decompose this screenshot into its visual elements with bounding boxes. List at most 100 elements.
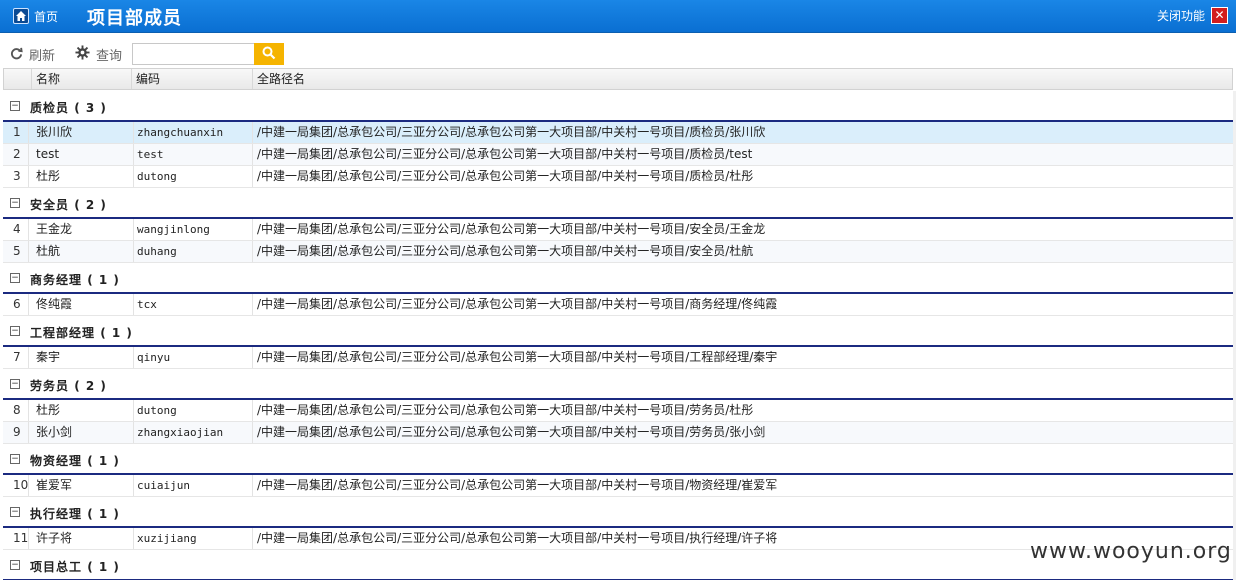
group-label: 劳务员 ( 2 ): [30, 377, 107, 394]
table-row[interactable]: 8 杜彤 dutong/中建一局集团/总承包公司/三亚分公司/总承包公司第一大项目部…: [3, 400, 1233, 422]
page-title: 项目部成员: [87, 8, 182, 29]
member-code: zhangchuanxin: [134, 122, 253, 143]
member-code: tcx: [134, 294, 253, 315]
group-row[interactable]: − 商务经理 ( 1 ): [3, 263, 1233, 294]
table-row[interactable]: 3 杜彤 dutong/中建一局集团/总承包公司/三亚分公司/总承包公司第一大项目部…: [3, 166, 1233, 188]
collapse-icon[interactable]: −: [10, 273, 20, 283]
close-function-button[interactable]: 关闭功能 ✕: [1157, 7, 1228, 24]
group-count: ( 2 ): [74, 198, 107, 212]
member-code: duhang: [134, 241, 253, 262]
table-row[interactable]: 1 张川欣 zhangchuanxin/中建一局集团/总承包公司/三亚分公司/总承包…: [3, 122, 1233, 144]
collapse-icon[interactable]: −: [10, 326, 20, 336]
collapse-icon[interactable]: −: [10, 198, 20, 208]
member-name: 杜彤: [30, 166, 134, 187]
row-number: 9: [3, 422, 29, 443]
group-count: ( 2 ): [74, 379, 107, 393]
member-name: 许子将: [30, 528, 134, 549]
row-number: 4: [3, 219, 29, 240]
group-name: 质检员: [30, 101, 70, 115]
close-function-label: 关闭功能: [1156, 9, 1205, 23]
member-name: 佟纯霞: [30, 294, 134, 315]
table-row[interactable]: 4 王金龙 wangjinlong/中建一局集团/总承包公司/三亚分公司/总承包公司…: [3, 219, 1233, 241]
collapse-icon[interactable]: −: [10, 101, 20, 111]
home-label: 首页: [34, 9, 59, 24]
group-count: ( 1 ): [87, 507, 120, 521]
table-row[interactable]: 10 崔爱军 cuiaijun/中建一局集团/总承包公司/三亚分公司/总承包公司第一…: [3, 475, 1233, 497]
table-row[interactable]: 2 test test/中建一局集团/总承包公司/三亚分公司/总承包公司第一大项目部…: [3, 144, 1233, 166]
column-header-path[interactable]: 全路径名: [252, 69, 1227, 89]
member-full-path: /中建一局集团/总承包公司/三亚分公司/总承包公司第一大项目部/中关村一号项目/…: [257, 425, 766, 439]
member-full-path: /中建一局集团/总承包公司/三亚分公司/总承包公司第一大项目部/中关村一号项目/…: [257, 169, 754, 183]
member-name: 杜航: [30, 241, 134, 262]
table-row[interactable]: 6 佟纯霞 tcx/中建一局集团/总承包公司/三亚分公司/总承包公司第一大项目部/中…: [3, 294, 1233, 316]
member-full-path: /中建一局集团/总承包公司/三亚分公司/总承包公司第一大项目部/中关村一号项目/…: [257, 147, 753, 161]
member-code: wangjinlong: [134, 219, 253, 240]
group-label: 工程部经理 ( 1 ): [30, 324, 133, 341]
group-count: ( 3 ): [74, 101, 107, 115]
group-row[interactable]: − 质检员 ( 3 ): [3, 91, 1233, 122]
close-icon: ✕: [1211, 7, 1228, 24]
watermark: www.wooyun.org: [1030, 539, 1232, 564]
group-name: 物资经理: [30, 454, 83, 468]
search-input[interactable]: [132, 43, 256, 65]
group-label: 安全员 ( 2 ): [30, 196, 107, 213]
group-row[interactable]: − 安全员 ( 2 ): [3, 188, 1233, 219]
group-row[interactable]: − 执行经理 ( 1 ): [3, 497, 1233, 528]
row-number: 11: [3, 528, 29, 549]
member-code: xuzijiang: [134, 528, 253, 549]
group-row[interactable]: − 劳务员 ( 2 ): [3, 369, 1233, 400]
refresh-button[interactable]: 刷新: [10, 45, 55, 64]
member-name: 张小剑: [30, 422, 134, 443]
member-name: 王金龙: [30, 219, 134, 240]
table-row[interactable]: 7 秦宇 qinyu/中建一局集团/总承包公司/三亚分公司/总承包公司第一大项目部/…: [3, 347, 1233, 369]
member-full-path: /中建一局集团/总承包公司/三亚分公司/总承包公司第一大项目部/中关村一号项目/…: [257, 125, 766, 139]
collapse-icon[interactable]: −: [10, 454, 20, 464]
grid-body: − 质检员 ( 3 ) 1 张川欣 zhangchuanxin/中建一局集团/总承包公司…: [3, 91, 1233, 580]
member-name: 秦宇: [30, 347, 134, 368]
row-number: 3: [3, 166, 29, 187]
query-label: 查询: [96, 49, 123, 64]
group-row[interactable]: − 物资经理 ( 1 ): [3, 444, 1233, 475]
row-number: 5: [3, 241, 29, 262]
column-header-name[interactable]: 名称: [31, 69, 132, 89]
gear-icon: [75, 45, 90, 64]
collapse-icon[interactable]: −: [10, 507, 20, 517]
member-full-path: /中建一局集团/总承包公司/三亚分公司/总承包公司第一大项目部/中关村一号项目/…: [257, 244, 754, 258]
member-full-path: /中建一局集团/总承包公司/三亚分公司/总承包公司第一大项目部/中关村一号项目/…: [257, 403, 754, 417]
home-link[interactable]: 首页: [13, 8, 58, 24]
row-number: 7: [3, 347, 29, 368]
query-button[interactable]: 查询: [75, 45, 122, 64]
search-icon: [262, 46, 276, 63]
member-code: dutong: [134, 166, 253, 187]
group-name: 工程部经理: [30, 326, 96, 340]
group-label: 商务经理 ( 1 ): [30, 271, 120, 288]
member-code: test: [134, 144, 253, 165]
column-header-code[interactable]: 编码: [131, 69, 251, 89]
group-row[interactable]: − 工程部经理 ( 1 ): [3, 316, 1233, 347]
group-count: ( 1 ): [87, 454, 120, 468]
row-number: 8: [3, 400, 29, 421]
table-row[interactable]: 9 张小剑 zhangxiaojian/中建一局集团/总承包公司/三亚分公司/总承包…: [3, 422, 1233, 444]
group-count: ( 1 ): [100, 326, 133, 340]
table-row[interactable]: 5 杜航 duhang/中建一局集团/总承包公司/三亚分公司/总承包公司第一大项目部…: [3, 241, 1233, 263]
member-name: 张川欣: [30, 122, 134, 143]
toolbar: 刷新 查询: [0, 42, 1236, 66]
member-name: 崔爱军: [30, 475, 134, 496]
group-name: 项目总工: [30, 560, 83, 574]
group-name: 执行经理: [30, 507, 83, 521]
group-label: 质检员 ( 3 ): [30, 99, 107, 116]
group-label: 物资经理 ( 1 ): [30, 452, 120, 469]
row-number: 2: [3, 144, 29, 165]
refresh-icon: [10, 46, 23, 64]
group-count: ( 1 ): [87, 273, 120, 287]
collapse-icon[interactable]: −: [10, 560, 20, 570]
grid-header: 名称 编码 全路径名: [3, 68, 1233, 90]
member-code: qinyu: [134, 347, 253, 368]
home-icon: [13, 8, 29, 24]
group-label: 执行经理 ( 1 ): [30, 505, 120, 522]
row-number: 1: [3, 122, 29, 143]
search-button[interactable]: [254, 43, 284, 65]
collapse-icon[interactable]: −: [10, 379, 20, 389]
refresh-label: 刷新: [29, 49, 56, 64]
row-number: 10: [3, 475, 29, 496]
